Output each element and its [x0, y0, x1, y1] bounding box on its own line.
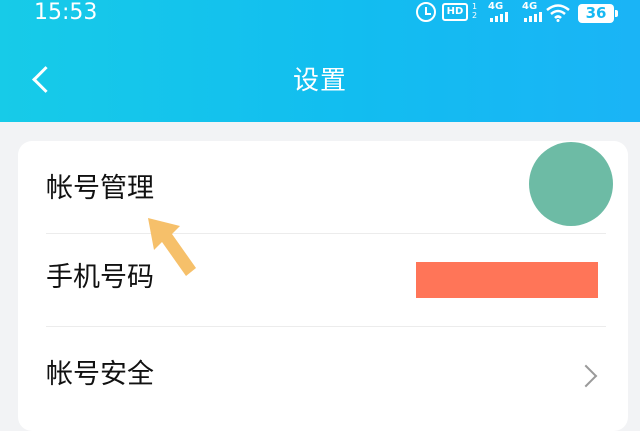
settings-row-label: 手机号码: [46, 262, 154, 293]
chevron-right-icon: [574, 364, 598, 388]
status-time: 15:53: [34, 0, 98, 25]
pointer-arrow-icon: [148, 218, 196, 276]
signal-strength-icon-1: [490, 12, 508, 22]
settings-card: 帐号管理 手机号码 帐号安全: [18, 141, 628, 431]
settings-row-label: 帐号安全: [46, 359, 154, 390]
settings-row-account-security[interactable]: 帐号安全: [18, 327, 628, 419]
avatar[interactable]: [529, 142, 613, 226]
network-type-label-2: 4G: [522, 1, 538, 12]
network-type-label-1: 4G: [488, 1, 504, 12]
page-title: 设置: [292, 66, 347, 96]
wifi-icon: [546, 4, 570, 22]
settings-row-phone-number[interactable]: 手机号码: [18, 234, 628, 326]
hd-sim-index: 12: [472, 2, 478, 20]
battery-icon: 36: [578, 4, 618, 23]
redacted-phone-value: [416, 262, 598, 298]
signal-strength-icon-2: [524, 12, 542, 22]
hd-voice-icon: HD: [442, 3, 468, 21]
settings-row-label: 帐号管理: [46, 173, 154, 204]
app-header: 15:53 HD 12 4G 4G 36 设置: [0, 0, 640, 122]
alarm-icon: [416, 2, 436, 22]
status-bar: 15:53 HD 12 4G 4G 36: [0, 0, 640, 28]
settings-row-account-management[interactable]: 帐号管理: [18, 141, 628, 233]
